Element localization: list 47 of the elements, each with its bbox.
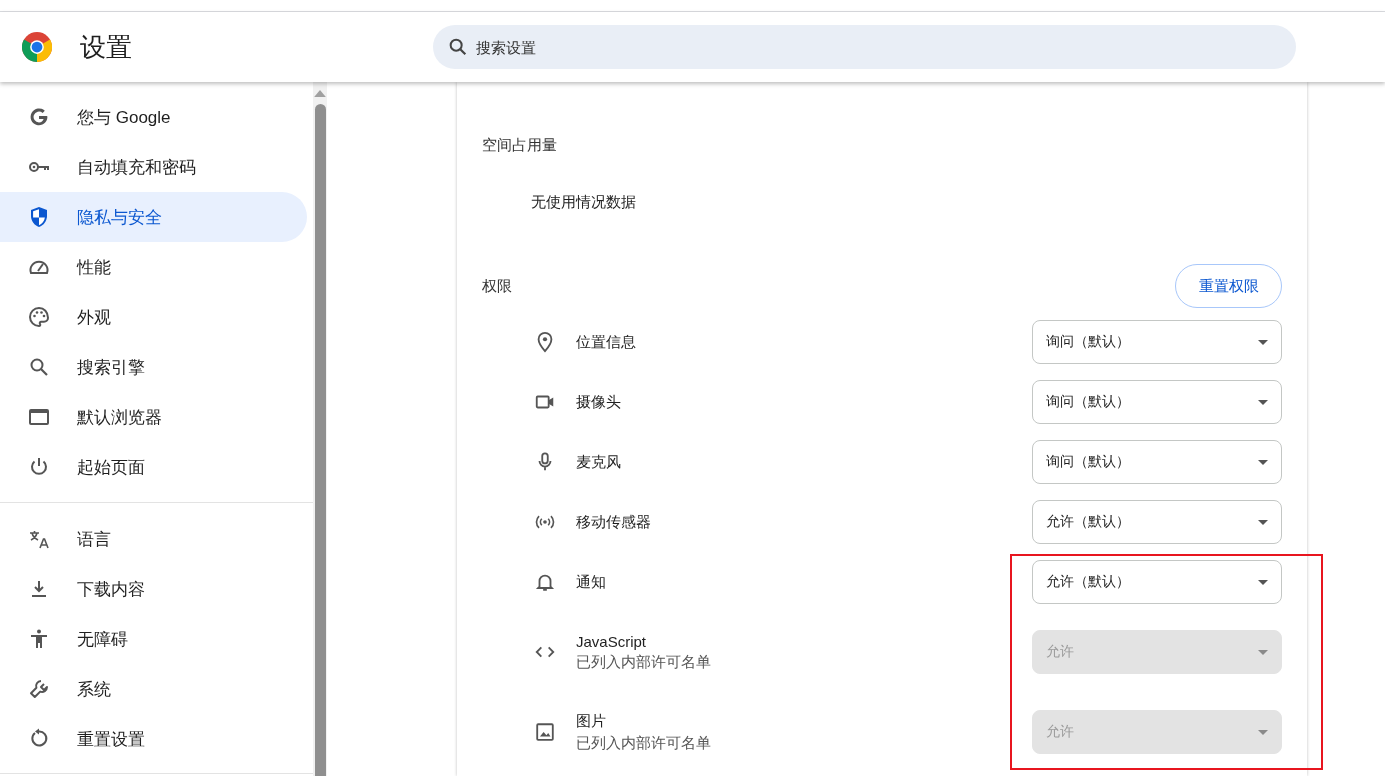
permission-dropdown[interactable]: 允许（默认） [1032, 560, 1282, 604]
sidebar-item[interactable]: 重置设置 [0, 714, 307, 764]
caret-icon [1258, 579, 1268, 585]
sidebar-item[interactable]: 自动填充和密码 [0, 142, 307, 192]
storage-usage-text: 无使用情况数据 [531, 192, 636, 212]
sidebar-item[interactable]: 下载内容 [0, 564, 307, 614]
palette-icon [27, 305, 51, 329]
caret-icon [1258, 399, 1268, 405]
permission-label: 通知 [576, 572, 607, 592]
permission-dropdown[interactable]: 询问（默认） [1032, 320, 1282, 364]
sidebar-item[interactable]: 您与 Google [0, 92, 307, 142]
page-title: 设置 [80, 30, 133, 64]
sidebar-item[interactable]: 语言 [0, 514, 307, 564]
scrollbar[interactable] [313, 82, 327, 776]
sidebar-item[interactable]: 系统 [0, 664, 307, 714]
wrench-icon [27, 677, 51, 701]
section-heading: 权限 [482, 276, 512, 296]
scrollbar-thumb[interactable] [314, 104, 326, 776]
caret-icon [1258, 339, 1268, 345]
permission-label: 移动传感器 [576, 512, 652, 532]
search-field[interactable]: 搜索设置 [433, 25, 1296, 69]
permission-label: 摄像头 [576, 392, 622, 412]
sidebar-item[interactable]: 无障碍 [0, 614, 307, 664]
permission-label: JavaScript [576, 632, 648, 650]
permission-note: 已列入内部许可名单 [576, 733, 712, 753]
permission-note: 已列入内部许可名单 [576, 652, 712, 672]
sidebar-item[interactable]: 性能 [0, 242, 307, 292]
permission-label: 位置信息 [576, 332, 637, 352]
browser-logo-icon [22, 32, 52, 62]
caret-icon [1258, 729, 1268, 735]
permission-label: 麦克风 [576, 452, 622, 472]
permission-dropdown[interactable]: 允许（默认） [1032, 500, 1282, 544]
caret-icon [1258, 649, 1268, 655]
caret-icon [1258, 459, 1268, 465]
sidebar-item[interactable]: 默认浏览器 [0, 392, 307, 442]
image-icon [534, 721, 556, 743]
permission-label: 图片 [576, 711, 607, 731]
reset-permissions-button[interactable]: 重置权限 [1175, 264, 1282, 308]
caret-icon [1258, 519, 1268, 525]
section-heading: 空间占用量 [482, 135, 557, 155]
scroll-up-arrow-icon[interactable] [314, 90, 326, 97]
sidebar-item[interactable]: 起始页面 [0, 442, 307, 492]
sidebar-item[interactable]: 外观 [0, 292, 307, 342]
permission-dropdown[interactable]: 询问（默认） [1032, 440, 1282, 484]
sidebar-item[interactable]: 搜索引擎 [0, 342, 307, 392]
sidebar-item[interactable]: 隐私与安全 [0, 192, 307, 242]
permission-dropdown[interactable]: 询问（默认） [1032, 380, 1282, 424]
